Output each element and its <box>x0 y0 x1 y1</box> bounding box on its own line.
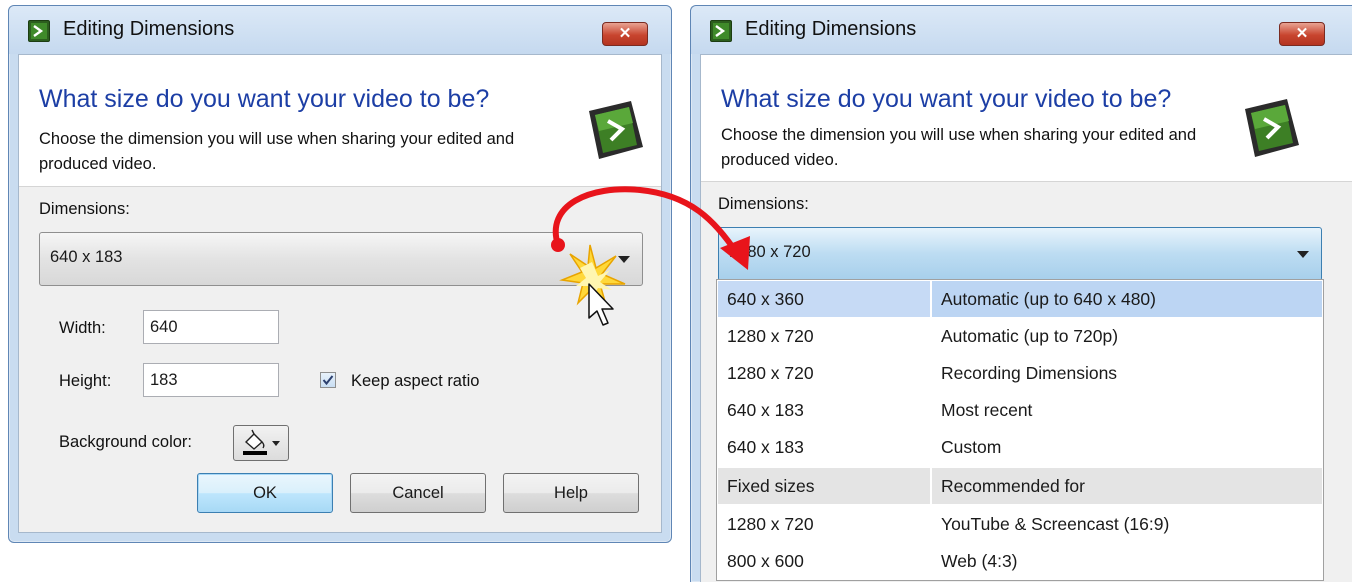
title-bar: Editing Dimensions ✕ <box>9 6 671 54</box>
camtasia-app-icon <box>710 20 732 42</box>
dropdown-option[interactable]: 640 x 183 Custom <box>718 429 1322 465</box>
dropdown-option[interactable]: 640 x 183 Most recent <box>718 392 1322 428</box>
column-divider <box>930 281 932 317</box>
dialog-description: Choose the dimension you will use when s… <box>39 130 515 173</box>
width-input[interactable]: 640 <box>143 310 279 344</box>
chevron-down-icon <box>1297 251 1309 258</box>
option-description: Custom <box>941 437 1002 457</box>
chevron-down-icon <box>618 256 630 263</box>
dropdown-option[interactable]: 800 x 600 Web (4:3) <box>718 543 1322 579</box>
dimensions-dropdown[interactable]: 1280 x 720 <box>718 227 1322 281</box>
height-value: 183 <box>150 371 178 389</box>
dialog-heading: What size do you want your video to be? <box>39 85 490 113</box>
fixed-sizes-header-label: Fixed sizes <box>727 476 815 496</box>
camtasia-logo-icon <box>589 101 643 159</box>
height-label: Height: <box>59 372 112 390</box>
window-title: Editing Dimensions <box>745 18 917 40</box>
close-button[interactable]: ✕ <box>602 22 648 46</box>
dimensions-value: 1280 x 720 <box>729 243 811 261</box>
dimensions-label: Dimensions: <box>39 200 130 218</box>
option-size: 1280 x 720 <box>727 514 814 534</box>
title-bar: Editing Dimensions ✕ <box>691 6 1352 54</box>
width-label: Width: <box>59 319 106 337</box>
background-color-button[interactable] <box>233 425 289 461</box>
option-description: Automatic (up to 640 x 480) <box>941 289 1156 309</box>
camtasia-app-icon <box>28 20 50 42</box>
option-size: 800 x 600 <box>727 551 804 571</box>
dialog-body: What size do you want your video to be? … <box>18 54 662 533</box>
editing-dimensions-dialog-left: Editing Dimensions ✕ What size do you wa… <box>8 5 672 543</box>
dropdown-option[interactable]: 640 x 360 Automatic (up to 640 x 480) <box>718 281 1322 317</box>
dropdown-option[interactable]: 1280 x 720 Automatic (up to 720p) <box>718 318 1322 354</box>
dialog-description: Choose the dimension you will use when s… <box>721 126 1197 169</box>
dimensions-dropdown-list: 640 x 360 Automatic (up to 640 x 480) 12… <box>716 279 1324 581</box>
window-title: Editing Dimensions <box>63 18 235 40</box>
paint-bucket-icon <box>243 429 280 455</box>
option-size: 1280 x 720 <box>727 363 814 383</box>
height-input[interactable]: 183 <box>143 363 279 397</box>
option-description: Web (4:3) <box>941 551 1018 571</box>
fixed-sizes-header: Fixed sizes Recommended for <box>718 468 1322 504</box>
option-description: Automatic (up to 720p) <box>941 326 1119 346</box>
dropdown-option[interactable]: 1280 x 720 Recording Dimensions <box>718 355 1322 391</box>
ok-button[interactable]: OK <box>197 473 333 513</box>
column-divider <box>930 468 932 504</box>
width-value: 640 <box>150 318 178 336</box>
keep-aspect-ratio-checkbox[interactable] <box>320 372 336 388</box>
option-description: Recording Dimensions <box>941 363 1118 383</box>
dialog-header: What size do you want your video to be? … <box>19 55 661 187</box>
option-size: 1280 x 720 <box>727 326 814 346</box>
dimensions-dropdown[interactable]: 640 x 183 <box>39 232 643 286</box>
dimensions-label: Dimensions: <box>718 195 809 213</box>
option-size: 640 x 183 <box>727 400 804 420</box>
keep-aspect-ratio-label: Keep aspect ratio <box>351 372 480 390</box>
dimensions-value: 640 x 183 <box>50 248 123 266</box>
checkmark-icon <box>322 375 334 386</box>
help-button[interactable]: Help <box>503 473 639 513</box>
option-description: YouTube & Screencast (16:9) <box>941 514 1170 534</box>
dropdown-option[interactable]: 1280 x 720 YouTube & Screencast (16:9) <box>718 506 1322 542</box>
cancel-button[interactable]: Cancel <box>350 473 486 513</box>
dialog-heading: What size do you want your video to be? <box>721 85 1172 113</box>
recommended-for-header-label: Recommended for <box>941 476 1085 496</box>
option-size: 640 x 183 <box>727 437 804 457</box>
option-size: 640 x 360 <box>727 289 804 309</box>
dialog-header: What size do you want your video to be? … <box>701 55 1352 182</box>
close-button[interactable]: ✕ <box>1279 22 1325 46</box>
background-color-label: Background color: <box>59 433 192 451</box>
option-description: Most recent <box>941 400 1033 420</box>
camtasia-logo-icon <box>1245 99 1299 157</box>
